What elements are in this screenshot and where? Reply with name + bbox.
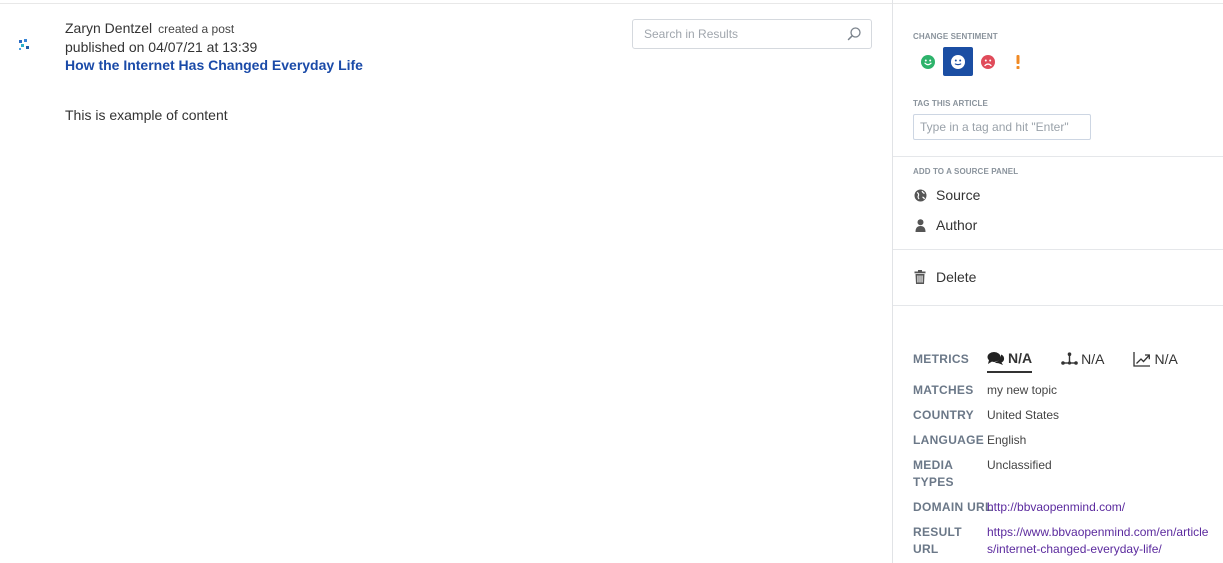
post-published: published on 04/07/21 at 13:39 [65, 39, 258, 55]
detail-value: my new topic [987, 383, 1058, 397]
exclamation-icon [1016, 54, 1020, 69]
share-network-icon [1061, 351, 1078, 365]
network-dots-icon [18, 38, 30, 52]
post-title-link[interactable]: How the Internet Has Changed Everyday Li… [65, 56, 363, 74]
user-icon [913, 218, 927, 232]
sentiment-positive-button[interactable] [913, 47, 943, 76]
post-byline: Zaryn Dentzel created a post [65, 20, 363, 38]
detail-key: DOMAIN URL [913, 500, 993, 514]
domain-url-link[interactable]: http://bbvaopenmind.com/ [987, 499, 1217, 516]
sentiment-important-button[interactable] [1003, 47, 1033, 76]
tag-input[interactable] [913, 114, 1091, 140]
globe-icon [913, 188, 927, 202]
sentiment-negative-button[interactable] [973, 47, 1003, 76]
divider [893, 156, 1223, 157]
metrics-tab-comments[interactable]: N/A [987, 345, 1033, 373]
metrics-shares-value: N/A [1081, 351, 1105, 367]
delete-button[interactable]: Delete [913, 269, 976, 285]
search-input[interactable] [633, 20, 833, 48]
metrics-trend-value: N/A [1154, 351, 1178, 367]
divider [893, 305, 1223, 306]
source-label: Source [936, 187, 981, 203]
change-sentiment-label: CHANGE SENTIMENT [913, 32, 998, 41]
frown-icon [981, 54, 995, 69]
search-box [632, 19, 872, 49]
neutral-face-icon [951, 54, 965, 69]
sentiment-selector [913, 47, 1033, 76]
detail-value: United States [987, 408, 1060, 422]
detail-value: English [987, 433, 1027, 447]
result-url-link[interactable]: https://www.bbvaopenmind.com/en/articles… [987, 524, 1209, 558]
comments-icon [987, 351, 1005, 365]
author-label: Author [936, 217, 978, 233]
metrics-tab-trend[interactable]: N/A [1133, 345, 1178, 373]
article-side-panel: CHANGE SENTIMENT TAG THIS ARTICLE Type i… [892, 0, 1223, 563]
detail-key: COUNTRY [913, 408, 974, 422]
tag-article-label: TAG THIS ARTICLE [913, 99, 988, 108]
detail-key: MEDIA TYPES [913, 458, 954, 489]
detail-value: Unclassified [987, 458, 1052, 472]
delete-label: Delete [936, 269, 977, 285]
search-icon[interactable] [846, 26, 862, 42]
metrics-row: METRICS N/A N/A N/A [913, 345, 1207, 373]
divider [893, 249, 1223, 250]
detail-key: LANGUAGE [913, 433, 985, 447]
post-header: Zaryn Dentzel created a post published on… [65, 20, 363, 75]
trash-icon [913, 270, 927, 284]
post-action: created a post [158, 22, 235, 36]
sentiment-neutral-button[interactable] [943, 47, 973, 76]
add-source-label: ADD TO A SOURCE PANEL [913, 167, 1019, 176]
smile-icon [921, 54, 935, 69]
metrics-comments-value: N/A [1008, 350, 1033, 366]
metrics-tab-shares[interactable]: N/A [1061, 345, 1104, 373]
detail-key: RESULT URL [913, 525, 962, 556]
add-source-button[interactable]: Source [913, 187, 980, 203]
trend-up-icon [1133, 352, 1151, 367]
post-author[interactable]: Zaryn Dentzel [65, 20, 152, 36]
add-author-button[interactable]: Author [913, 217, 977, 233]
detail-key: MATCHES [913, 383, 974, 397]
metrics-label: METRICS [913, 352, 970, 366]
post-content: This is example of content [65, 107, 228, 123]
